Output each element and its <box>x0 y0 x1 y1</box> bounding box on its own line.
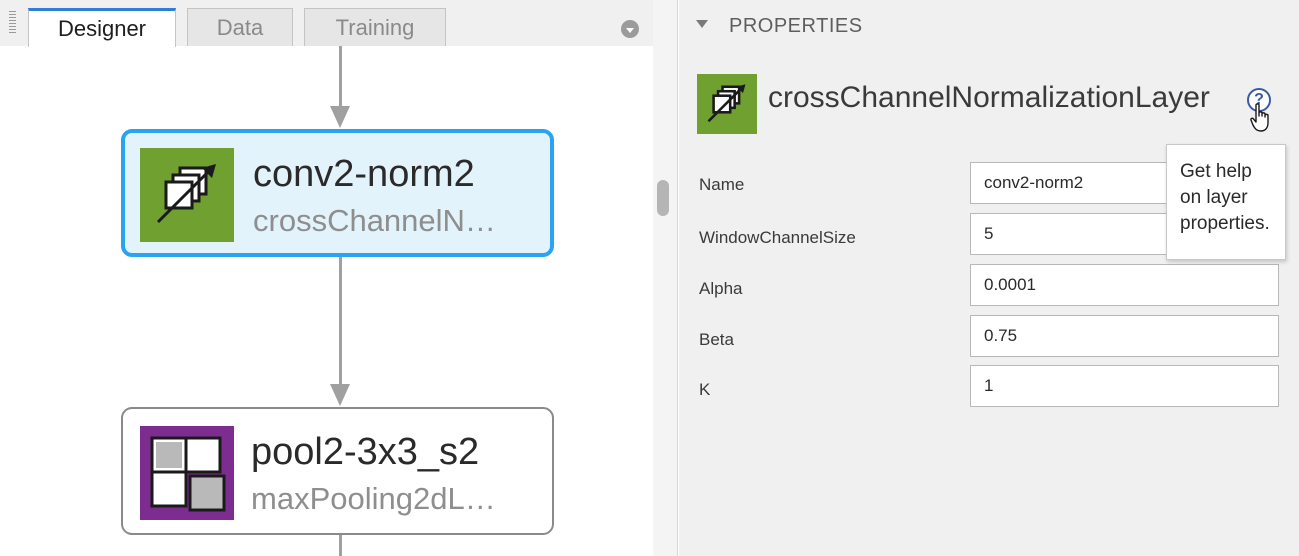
graph-edge <box>339 535 342 556</box>
tab-data[interactable]: Data <box>187 8 293 46</box>
pane-splitter[interactable] <box>653 0 678 556</box>
designer-pane: Designer Data Training conv2-norm2 cross… <box>0 0 653 556</box>
vertical-scrollbar-thumb[interactable] <box>657 180 669 216</box>
graph-edge <box>339 46 342 106</box>
k-field[interactable] <box>970 365 1279 407</box>
help-tooltip: Get help on layer properties. <box>1166 144 1286 260</box>
tab-strip: Designer Data Training <box>0 0 653 47</box>
node-title: pool2-3x3_s2 <box>251 431 480 473</box>
max-pooling-icon <box>140 426 234 520</box>
cross-channel-normalization-icon <box>697 74 757 134</box>
beta-field[interactable] <box>970 315 1279 357</box>
cross-channel-normalization-icon <box>140 148 234 242</box>
tab-menu-icon[interactable] <box>621 20 639 38</box>
layer-node-conv2-norm2[interactable]: conv2-norm2 crossChannelN… <box>121 129 554 257</box>
tooltip-line: properties. <box>1180 213 1270 234</box>
node-subtitle: maxPooling2dL… <box>251 481 496 516</box>
layer-type-title: crossChannelNormalizationLayer <box>768 81 1210 114</box>
prop-label-windowchannelsize: WindowChannelSize <box>699 228 856 247</box>
tab-training[interactable]: Training <box>304 8 446 46</box>
tab-designer-label: Designer <box>57 16 147 41</box>
tab-training-label: Training <box>335 14 415 40</box>
tooltip-line: Get help <box>1180 161 1252 182</box>
properties-header-label: PROPERTIES <box>729 15 863 37</box>
layer-node-pool2-3x3-s2[interactable]: pool2-3x3_s2 maxPooling2dL… <box>121 407 554 535</box>
arrowhead-icon <box>330 106 350 128</box>
arrowhead-icon <box>330 384 350 406</box>
hand-cursor-icon <box>1250 103 1274 138</box>
drag-grip-icon[interactable] <box>9 11 16 33</box>
node-title: conv2-norm2 <box>253 153 475 195</box>
alpha-field[interactable] <box>970 264 1279 306</box>
prop-label-k: K <box>699 380 711 399</box>
node-subtitle: crossChannelN… <box>253 203 496 238</box>
collapse-triangle-icon[interactable] <box>696 20 708 28</box>
properties-header[interactable]: PROPERTIES <box>679 0 1299 46</box>
prop-label-name: Name <box>699 175 745 194</box>
prop-label-alpha: Alpha <box>699 279 743 298</box>
graph-edge <box>339 257 342 385</box>
prop-label-beta: Beta <box>699 330 734 349</box>
properties-pane: PROPERTIES crossChannelNormalizationLaye… <box>679 0 1299 556</box>
tab-designer[interactable]: Designer <box>28 8 176 47</box>
tab-data-label: Data <box>216 14 264 40</box>
tooltip-line: on layer <box>1180 187 1248 208</box>
